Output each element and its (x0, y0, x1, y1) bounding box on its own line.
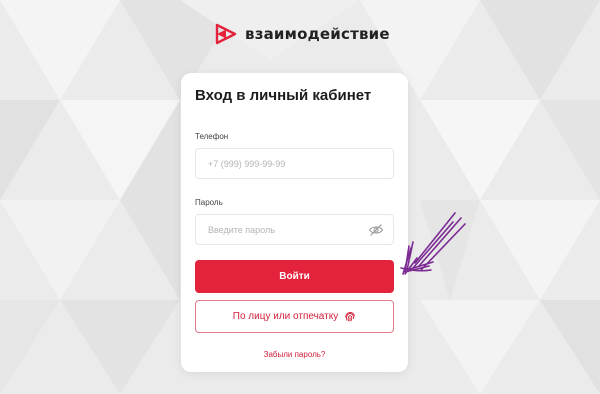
password-input[interactable] (196, 215, 393, 244)
brand-logo[interactable]: взаимодействие (215, 20, 390, 48)
logo-mark-icon (215, 23, 237, 45)
login-card: Вход в личный кабинет Телефон Пароль Вой… (181, 73, 408, 372)
password-field (195, 214, 394, 245)
password-label: Пароль (195, 198, 223, 207)
eye-off-icon[interactable] (368, 223, 384, 237)
phone-field (195, 148, 394, 179)
biometric-login-button[interactable]: По лицу или отпечатку (195, 300, 394, 333)
phone-label: Телефон (195, 132, 229, 141)
phone-input[interactable] (196, 149, 393, 178)
brand-name: взаимодействие (245, 25, 390, 43)
biometric-label: По лицу или отпечатку (232, 311, 339, 322)
login-button[interactable]: Войти (195, 260, 394, 293)
login-title: Вход в личный кабинет (195, 87, 372, 104)
forgot-password-link[interactable]: Забыли пароль? (181, 350, 408, 359)
fingerprint-icon (345, 311, 356, 321)
